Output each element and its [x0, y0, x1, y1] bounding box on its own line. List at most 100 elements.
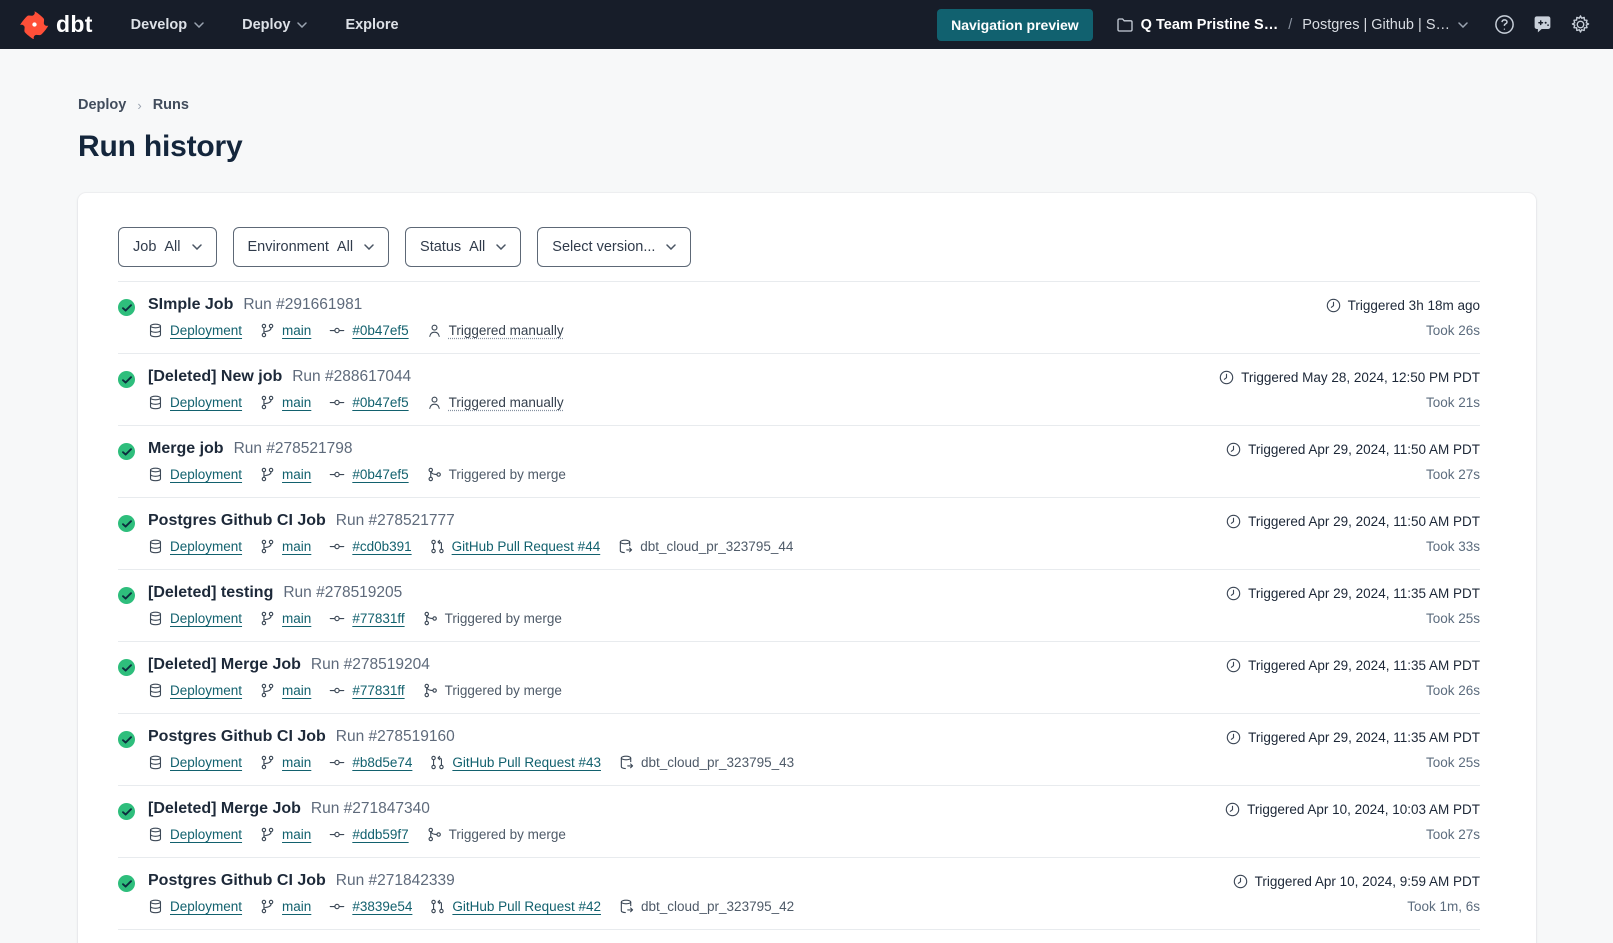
run-meta-item[interactable]: #0b47ef5: [329, 323, 408, 338]
triggered-time: Triggered May 28, 2024, 12:50 PM PDT: [1241, 370, 1480, 385]
run-number: Run #278521798: [234, 440, 353, 458]
main-menu: Develop Deploy Explore: [131, 17, 399, 33]
environment-filter[interactable]: Environment All: [233, 227, 390, 267]
run-meta: Deployment main: [148, 899, 794, 914]
job-name[interactable]: [Deleted] Merge Job: [148, 656, 301, 674]
run-meta: Deployment main: [148, 539, 793, 554]
run-meta-item[interactable]: main: [260, 755, 311, 770]
success-status-icon: [118, 875, 135, 892]
run-meta-item[interactable]: Deployment: [148, 539, 242, 554]
run-meta-item[interactable]: Deployment: [148, 323, 242, 338]
commit-icon: [329, 899, 345, 914]
run-meta-item[interactable]: GitHub Pull Request #44: [430, 539, 601, 554]
nav-item-explore[interactable]: Explore: [345, 17, 398, 33]
run-meta-item[interactable]: Deployment: [148, 683, 242, 698]
status-filter[interactable]: Status All: [405, 227, 521, 267]
run-meta-item[interactable]: main: [260, 683, 311, 698]
run-row[interactable]: [Deleted] Merge Job Run #278519204 Deplo…: [118, 642, 1480, 714]
run-row[interactable]: [Deleted] Merge Job Run #271847340 Deplo…: [118, 786, 1480, 858]
settings-gear-icon[interactable]: [1570, 14, 1591, 35]
run-meta-item[interactable]: Deployment: [148, 899, 242, 914]
run-duration: Took 25s: [1226, 611, 1480, 626]
commit-icon: [329, 323, 345, 338]
breadcrumb-item-runs[interactable]: Runs: [153, 97, 189, 113]
triggered-time: Triggered Apr 29, 2024, 11:35 AM PDT: [1248, 586, 1480, 601]
run-meta-item[interactable]: main: [260, 827, 311, 842]
run-meta-item[interactable]: #b8d5e74: [329, 755, 412, 770]
run-meta-item[interactable]: main: [260, 395, 311, 410]
run-meta-item[interactable]: #cd0b391: [329, 539, 411, 554]
run-meta: Deployment main: [148, 323, 564, 338]
triggered-time: Triggered Apr 29, 2024, 11:50 AM PDT: [1248, 514, 1480, 529]
nav-item-deploy[interactable]: Deploy: [242, 17, 307, 33]
run-meta-item[interactable]: #77831ff: [329, 611, 404, 626]
run-meta-text: #cd0b391: [352, 539, 411, 554]
triggered-time: Triggered Apr 29, 2024, 11:35 AM PDT: [1248, 730, 1480, 745]
run-meta-item[interactable]: #3839e54: [329, 899, 412, 914]
run-meta-item: Triggered by merge: [427, 467, 566, 482]
breadcrumb-item-deploy[interactable]: Deploy: [78, 97, 126, 113]
run-meta-item[interactable]: Deployment: [148, 467, 242, 482]
job-name[interactable]: Postgres Github CI Job: [148, 872, 326, 890]
run-meta-item[interactable]: GitHub Pull Request #42: [430, 899, 601, 914]
run-meta-item[interactable]: Deployment: [148, 827, 242, 842]
job-filter[interactable]: Job All: [118, 227, 217, 267]
run-meta-item[interactable]: main: [260, 467, 311, 482]
run-meta-text: dbt_cloud_pr_323795_44: [640, 539, 793, 554]
run-meta-text: Triggered by merge: [445, 683, 562, 698]
run-meta-item[interactable]: main: [260, 539, 311, 554]
dbt-logo[interactable]: dbt: [20, 10, 93, 39]
filter-label: Select version...: [552, 239, 655, 255]
run-meta-text: #0b47ef5: [352, 467, 408, 482]
run-meta-item[interactable]: #77831ff: [329, 683, 404, 698]
job-name[interactable]: [Deleted] New job: [148, 368, 282, 386]
environment-selector[interactable]: Postgres | Github | S…: [1302, 17, 1450, 33]
run-row[interactable]: Postgres Github CI Job Run #278521777 De…: [118, 498, 1480, 570]
run-row[interactable]: [Deleted] New job Run #288617044 Deploym…: [118, 354, 1480, 426]
run-meta-item[interactable]: main: [260, 323, 311, 338]
help-icon[interactable]: [1494, 14, 1515, 35]
run-title: Postgres Github CI Job Run #271842339: [148, 872, 794, 890]
version-filter[interactable]: Select version...: [537, 227, 691, 267]
run-meta-item: Triggered manually: [427, 395, 564, 410]
feedback-icon[interactable]: [1532, 14, 1553, 35]
database-icon: [148, 323, 163, 338]
run-meta-item[interactable]: Deployment: [148, 611, 242, 626]
run-number: Run #278519204: [311, 656, 430, 674]
run-meta-text: Triggered by merge: [449, 467, 566, 482]
job-name[interactable]: Postgres Github CI Job: [148, 512, 326, 530]
run-meta-item[interactable]: Deployment: [148, 395, 242, 410]
job-name[interactable]: [Deleted] Merge Job: [148, 800, 301, 818]
run-meta-item[interactable]: #ddb59f7: [329, 827, 408, 842]
run-row[interactable]: Postgres Github CI Job Run #278519160 De…: [118, 714, 1480, 786]
run-duration: Took 26s: [1226, 683, 1480, 698]
run-meta-item[interactable]: GitHub Pull Request #43: [430, 755, 601, 770]
job-name[interactable]: Postgres Github CI Job: [148, 728, 326, 746]
chevron-down-icon: [364, 244, 374, 250]
job-name[interactable]: [Deleted] testing: [148, 584, 273, 602]
triggered-line: Triggered Apr 29, 2024, 11:35 AM PDT: [1226, 658, 1480, 673]
job-name[interactable]: SImple Job: [148, 296, 233, 314]
run-meta-text: Deployment: [170, 683, 242, 698]
chevron-down-icon[interactable]: [1458, 22, 1468, 28]
pull-request-icon: [430, 899, 445, 914]
navigation-preview-button[interactable]: Navigation preview: [937, 9, 1093, 41]
run-row[interactable]: Merge job Run #278521798 Deployment: [118, 426, 1480, 498]
chevron-down-icon: [496, 244, 506, 250]
run-row[interactable]: Postgres Github CI Job Run #271842339 De…: [118, 858, 1480, 930]
run-meta-item[interactable]: main: [260, 611, 311, 626]
run-meta-item[interactable]: Deployment: [148, 755, 242, 770]
run-row[interactable]: SImple Job Run #291661981 Deployment: [118, 282, 1480, 354]
run-meta: Deployment main: [148, 395, 564, 410]
run-meta-item[interactable]: main: [260, 899, 311, 914]
run-meta-item[interactable]: #0b47ef5: [329, 395, 408, 410]
run-number: Run #271842339: [336, 872, 455, 890]
run-row[interactable]: [Deleted] testing Run #278519205 Deploym…: [118, 570, 1480, 642]
run-title: [Deleted] Merge Job Run #278519204: [148, 656, 562, 674]
nav-item-develop[interactable]: Develop: [131, 17, 204, 33]
run-meta-item[interactable]: #0b47ef5: [329, 467, 408, 482]
run-list: SImple Job Run #291661981 Deployment: [118, 281, 1480, 930]
run-meta-text: Deployment: [170, 611, 242, 626]
project-name[interactable]: Q Team Pristine S…: [1141, 17, 1279, 33]
job-name[interactable]: Merge job: [148, 440, 224, 458]
